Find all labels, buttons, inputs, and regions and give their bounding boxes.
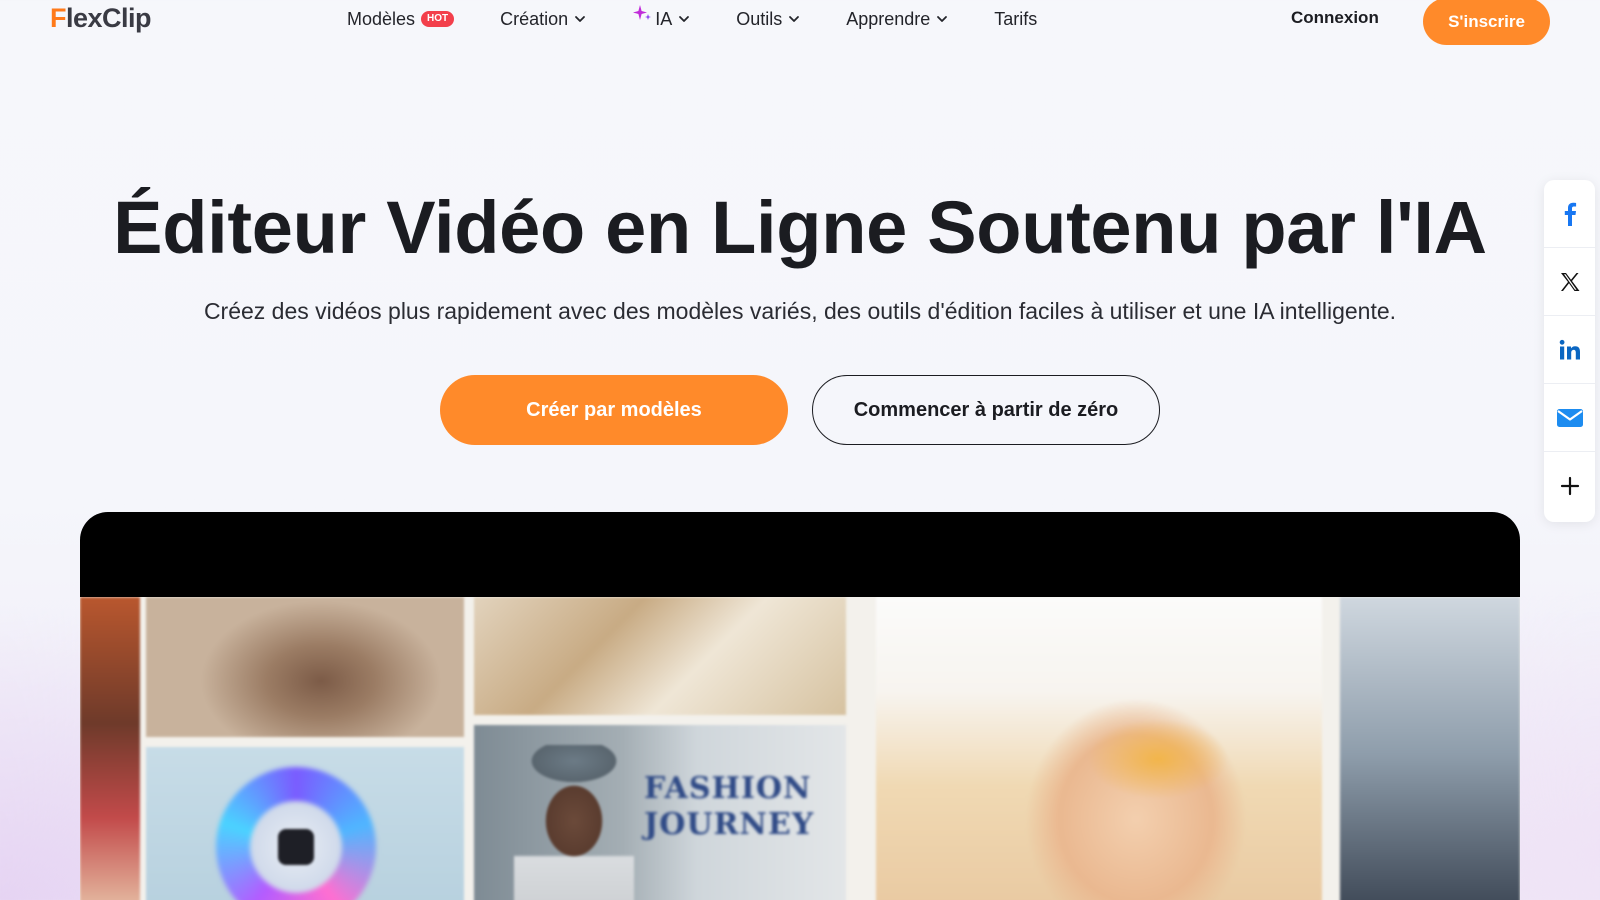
menu-item-modeles[interactable]: Modèles HOT: [347, 0, 455, 38]
start-from-scratch-button[interactable]: Commencer à partir de zéro: [812, 375, 1160, 445]
sparkle-icon: [633, 5, 652, 20]
menu-item-tarifs[interactable]: Tarifs: [994, 0, 1037, 38]
menu-item-label: Outils: [736, 8, 783, 29]
fashion-journey-thumbnail[interactable]: FASHION JOURNEY: [474, 725, 846, 900]
share-email-button[interactable]: [1544, 384, 1595, 452]
menu-item-outils[interactable]: Outils: [736, 0, 800, 38]
linkedin-icon: [1559, 339, 1580, 359]
editor-preview: FASHION JOURNEY: [80, 512, 1520, 900]
template-thumbnail[interactable]: [146, 597, 464, 737]
logo-letters: lexClip: [66, 2, 152, 33]
menu-item-label: Création: [500, 8, 569, 29]
template-collage: FASHION JOURNEY: [80, 597, 1520, 900]
logo-letter-f: F: [50, 2, 67, 33]
portrait-image: [1026, 687, 1246, 900]
hero-subtitle: Créez des vidéos plus rapidement avec de…: [203, 298, 1397, 324]
person-image: [514, 745, 634, 900]
menu-item-label: IA: [655, 8, 673, 29]
create-from-templates-button[interactable]: Créer par modèles: [440, 375, 788, 445]
top-nav: FlexClip Modèles HOT Création IA Outils …: [0, 0, 1600, 45]
share-more-button[interactable]: [1544, 452, 1595, 520]
menu-item-apprendre[interactable]: Apprendre: [846, 0, 948, 38]
logo-text: FlexClip: [50, 2, 152, 34]
plus-icon: [1560, 476, 1579, 496]
facebook-icon: [1564, 202, 1576, 226]
menu-item-label: Apprendre: [846, 8, 931, 29]
chevron-down-icon: [789, 16, 800, 22]
menu-item-creation[interactable]: Création: [500, 0, 586, 38]
flexclip-logo[interactable]: FlexClip: [50, 0, 152, 36]
hot-badge: HOT: [421, 11, 455, 27]
share-sidebar: [1544, 180, 1595, 522]
x-icon: [1560, 272, 1579, 291]
template-thumbnail[interactable]: [80, 597, 140, 900]
menu-item-label: Modèles: [347, 8, 416, 29]
template-thumbnail[interactable]: [146, 747, 464, 900]
signup-button[interactable]: S'inscrire: [1423, 0, 1550, 45]
menu-item-label: Tarifs: [994, 8, 1038, 29]
template-thumbnail[interactable]: [1340, 597, 1520, 900]
chevron-down-icon: [679, 16, 690, 22]
fashion-journey-title: FASHION JOURNEY: [644, 771, 815, 842]
main-menu: Modèles HOT Création IA Outils Apprendre…: [347, 0, 1083, 38]
menu-item-ia[interactable]: IA: [632, 0, 690, 38]
share-facebook-button[interactable]: [1544, 180, 1595, 248]
chevron-down-icon: [937, 16, 948, 22]
template-thumbnail[interactable]: [876, 597, 1322, 900]
share-linkedin-button[interactable]: [1544, 316, 1595, 384]
chevron-down-icon: [575, 16, 586, 22]
page-title: Éditeur Vidéo en Ligne Soutenu par l'IA: [113, 186, 1487, 269]
share-x-button[interactable]: [1544, 248, 1595, 316]
email-icon: [1556, 408, 1583, 427]
login-link[interactable]: Connexion: [1291, 8, 1379, 28]
template-thumbnail[interactable]: [474, 597, 846, 715]
ai-chip-icon: [278, 829, 314, 865]
